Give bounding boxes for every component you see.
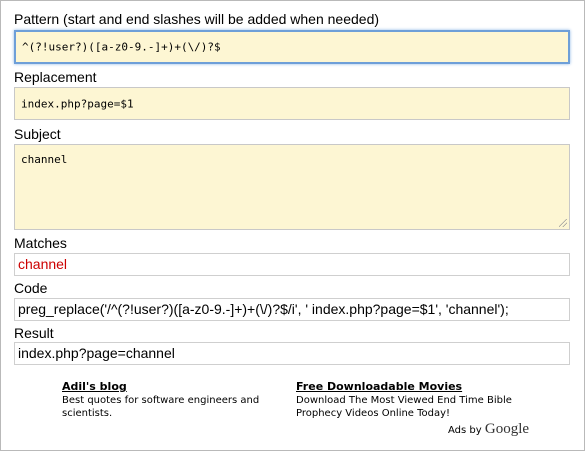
matches-label: Matches: [14, 235, 67, 251]
subject-label: Subject: [14, 126, 61, 142]
google-logo: Google: [484, 421, 530, 437]
pattern-value: ^(?!user?)([a-z0-9.-]+)+(\/)?$: [22, 40, 221, 54]
ad-description-free-movies: Download The Most Viewed End Time Bible …: [296, 395, 512, 419]
replacement-value: index.php?page=$1: [21, 97, 134, 110]
pattern-label: Pattern (start and end slashes will be a…: [14, 11, 380, 27]
ad-title-adils-blog[interactable]: Adil's blog: [62, 380, 127, 393]
ads-by-label: Ads by: [448, 425, 482, 436]
replacement-label: Replacement: [14, 69, 97, 85]
pattern-input[interactable]: ^(?!user?)([a-z0-9.-]+)+(\/)?$: [14, 30, 570, 64]
regex-tester-panel: Pattern (start and end slashes will be a…: [0, 0, 585, 451]
resize-handle-icon[interactable]: [559, 219, 567, 227]
code-label: Code: [14, 280, 48, 296]
subject-value: channel: [21, 153, 68, 166]
ad-description-adils-blog: Best quotes for software engineers and s…: [62, 395, 260, 419]
code-output[interactable]: preg_replace('/^(?!user?)([a-z0-9.-]+)+(…: [14, 298, 570, 321]
result-output[interactable]: index.php?page=channel: [14, 342, 570, 365]
ads-by-google[interactable]: Ads by Google: [448, 421, 529, 438]
ad-title-free-movies[interactable]: Free Downloadable Movies: [296, 380, 462, 393]
subject-textarea[interactable]: channel: [14, 144, 570, 230]
replacement-input[interactable]: index.php?page=$1: [14, 87, 570, 120]
result-label: Result: [14, 325, 54, 341]
matches-output: channel: [14, 253, 570, 276]
